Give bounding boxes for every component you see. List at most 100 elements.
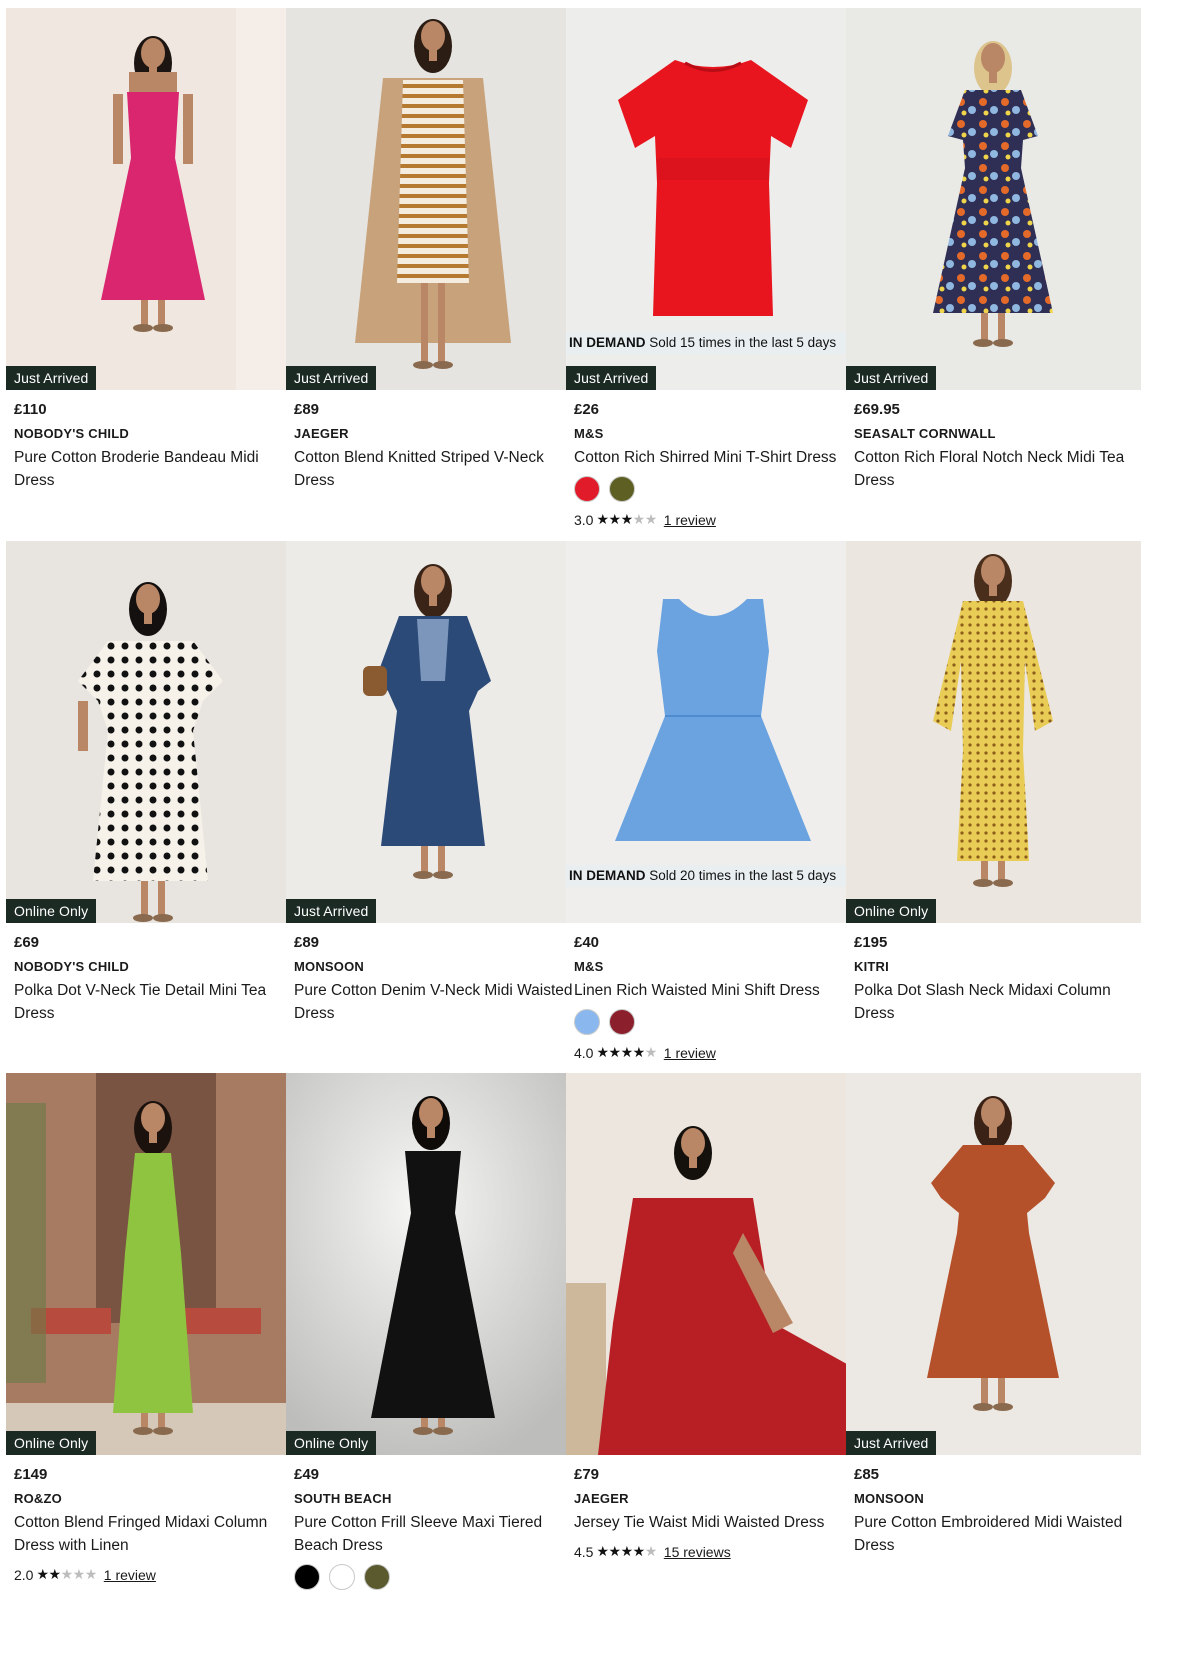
product-price: £69 [14, 934, 40, 951]
product-card[interactable]: Just Arrived £69.95 SEASALT CORNWALL Cotton… [846, 8, 1141, 492]
product-image[interactable]: IN DEMAND Sold 15 times in the last 5 da… [566, 8, 861, 390]
colour-swatches [574, 1009, 853, 1035]
product-title[interactable]: Pure Cotton Frill Sleeve Maxi Tiered Bea… [294, 1511, 573, 1557]
dress-photo [846, 1073, 1141, 1455]
rating-score: 3.0 [574, 511, 594, 528]
status-badge: Online Only [846, 899, 937, 923]
rating-score: 2.0 [14, 1566, 34, 1583]
product-brand: MONSOON [854, 1491, 925, 1506]
product-price: £110 [14, 401, 47, 418]
product-brand: JAEGER [574, 1491, 629, 1506]
product-title[interactable]: Pure Cotton Denim V-Neck Midi Waisted Dr… [294, 979, 573, 1025]
product-card[interactable]: Online Only £69 NOBODY'S CHILD Polka Dot V-… [6, 541, 301, 1025]
product-title[interactable]: Cotton Blend Knitted Striped V-Neck Dres… [294, 446, 573, 492]
reviews-link[interactable]: 1 review [664, 512, 716, 528]
status-badge: Online Only [286, 1431, 377, 1455]
rating-stars: ★ ★ ★ ★ ★ [596, 1044, 658, 1061]
product-title[interactable]: Cotton Rich Floral Notch Neck Midi Tea D… [854, 446, 1133, 492]
product-card[interactable]: Just Arrived £85 MONSOON Pure Cotton Embroi… [846, 1073, 1141, 1557]
status-badge: Just Arrived [6, 366, 97, 390]
product-title[interactable]: Pure Cotton Embroidered Midi Waisted Dre… [854, 1511, 1133, 1557]
star-icon: ★ [48, 1566, 62, 1582]
colour-swatch[interactable] [574, 1009, 600, 1035]
reviews-link[interactable]: 15 reviews [664, 1544, 731, 1560]
product-image[interactable]: Online Only [846, 541, 1141, 923]
colour-swatches [294, 1564, 573, 1590]
dress-photo [6, 8, 301, 390]
product-image[interactable]: Online Only [6, 541, 301, 923]
rating-score: 4.0 [574, 1044, 594, 1061]
product-brand: MONSOON [294, 959, 365, 974]
product-title[interactable]: Polka Dot V-Neck Tie Detail Mini Tea Dre… [14, 979, 293, 1025]
product-image[interactable] [566, 1073, 861, 1455]
product-card[interactable]: £79 JAEGER Jersey Tie Waist Midi Waisted D… [566, 1073, 861, 1560]
star-icon: ★ [620, 1044, 634, 1060]
star-icon: ★ [608, 1543, 622, 1559]
product-card[interactable]: IN DEMAND Sold 15 times in the last 5 da… [566, 8, 861, 528]
rating-stars: ★ ★ ★ ★ ★ [596, 511, 658, 528]
product-image[interactable]: Just Arrived [6, 8, 301, 390]
star-icon: ★ [644, 1044, 658, 1060]
product-price: £40 [574, 934, 600, 951]
product-brand: KITRI [854, 959, 889, 974]
star-icon: ★ [596, 1543, 609, 1559]
product-image[interactable]: IN DEMAND Sold 20 times in the last 5 da… [566, 541, 861, 923]
product-price: £69.95 [854, 401, 900, 418]
product-price: £49 [294, 1466, 320, 1483]
product-image[interactable]: Just Arrived [846, 1073, 1141, 1455]
dress-photo [6, 1073, 301, 1455]
product-title[interactable]: Jersey Tie Waist Midi Waisted Dress [574, 1511, 853, 1534]
product-price: £89 [294, 401, 320, 418]
product-title[interactable]: Pure Cotton Broderie Bandeau Midi Dress [14, 446, 293, 492]
star-icon: ★ [644, 1543, 658, 1559]
colour-swatch[interactable] [609, 476, 635, 502]
product-card[interactable]: Online Only £49 SOUTH BEACH Pure Cotton Fri… [286, 1073, 581, 1590]
product-card[interactable]: Just Arrived £89 MONSOON Pure Cotton Denim … [286, 541, 581, 1025]
rating-stars: ★ ★ ★ ★ ★ [596, 1543, 658, 1560]
status-badge: Just Arrived [846, 1431, 937, 1455]
reviews-link[interactable]: 1 review [664, 1045, 716, 1061]
star-icon: ★ [72, 1566, 86, 1582]
product-title[interactable]: Cotton Rich Shirred Mini T-Shirt Dress [574, 446, 853, 469]
in-demand-banner: IN DEMAND Sold 20 times in the last 5 da… [566, 865, 849, 887]
reviews-link[interactable]: 1 review [104, 1567, 156, 1583]
status-badge: Just Arrived [566, 366, 657, 390]
in-demand-label: IN DEMAND [569, 335, 646, 350]
product-image[interactable]: Online Only [286, 1073, 581, 1455]
colour-swatch[interactable] [574, 476, 600, 502]
status-badge: Online Only [6, 899, 97, 923]
star-icon: ★ [596, 1044, 609, 1060]
in-demand-banner: IN DEMAND Sold 15 times in the last 5 da… [566, 332, 849, 354]
in-demand-text: Sold 20 times in the last 5 days [649, 868, 837, 883]
product-card[interactable]: Just Arrived £110 NOBODY'S CHILD Pure Cotto… [6, 8, 301, 492]
dress-photo [286, 8, 581, 390]
product-rating: 3.0 ★ ★ ★ ★ ★ 1 review [574, 511, 853, 528]
colour-swatch[interactable] [364, 1564, 390, 1590]
product-brand: SEASALT CORNWALL [854, 426, 996, 441]
star-icon: ★ [596, 511, 609, 527]
product-image[interactable]: Just Arrived [846, 8, 1141, 390]
product-image[interactable]: Just Arrived [286, 8, 581, 390]
star-icon: ★ [644, 511, 658, 527]
product-card[interactable]: IN DEMAND Sold 20 times in the last 5 da… [566, 541, 861, 1061]
status-badge: Just Arrived [286, 366, 377, 390]
colour-swatch[interactable] [329, 1564, 355, 1590]
dress-photo [566, 1073, 861, 1455]
product-card[interactable]: Online Only £149 RO&ZO Cotton Blend Fringed… [6, 1073, 301, 1583]
product-grid: Just Arrived £110 NOBODY'S CHILD Pure Cotto… [0, 0, 1200, 1664]
product-title[interactable]: Linen Rich Waisted Mini Shift Dress [574, 979, 853, 1002]
product-card[interactable]: Online Only £195 KITRI Polka Dot Slash Neck… [846, 541, 1141, 1025]
dress-photo [846, 8, 1141, 390]
product-title[interactable]: Cotton Blend Fringed Midaxi Column Dress… [14, 1511, 293, 1557]
product-brand: M&S [574, 959, 604, 974]
product-price: £149 [14, 1466, 48, 1483]
in-demand-text: Sold 15 times in the last 5 days [649, 335, 837, 350]
colour-swatch[interactable] [609, 1009, 635, 1035]
star-icon: ★ [632, 1543, 646, 1559]
colour-swatch[interactable] [294, 1564, 320, 1590]
product-card[interactable]: Just Arrived £89 JAEGER Cotton Blend Knitte… [286, 8, 581, 492]
product-image[interactable]: Online Only [6, 1073, 301, 1455]
status-badge: Just Arrived [286, 899, 377, 923]
product-image[interactable]: Just Arrived [286, 541, 581, 923]
product-title[interactable]: Polka Dot Slash Neck Midaxi Column Dress [854, 979, 1133, 1025]
